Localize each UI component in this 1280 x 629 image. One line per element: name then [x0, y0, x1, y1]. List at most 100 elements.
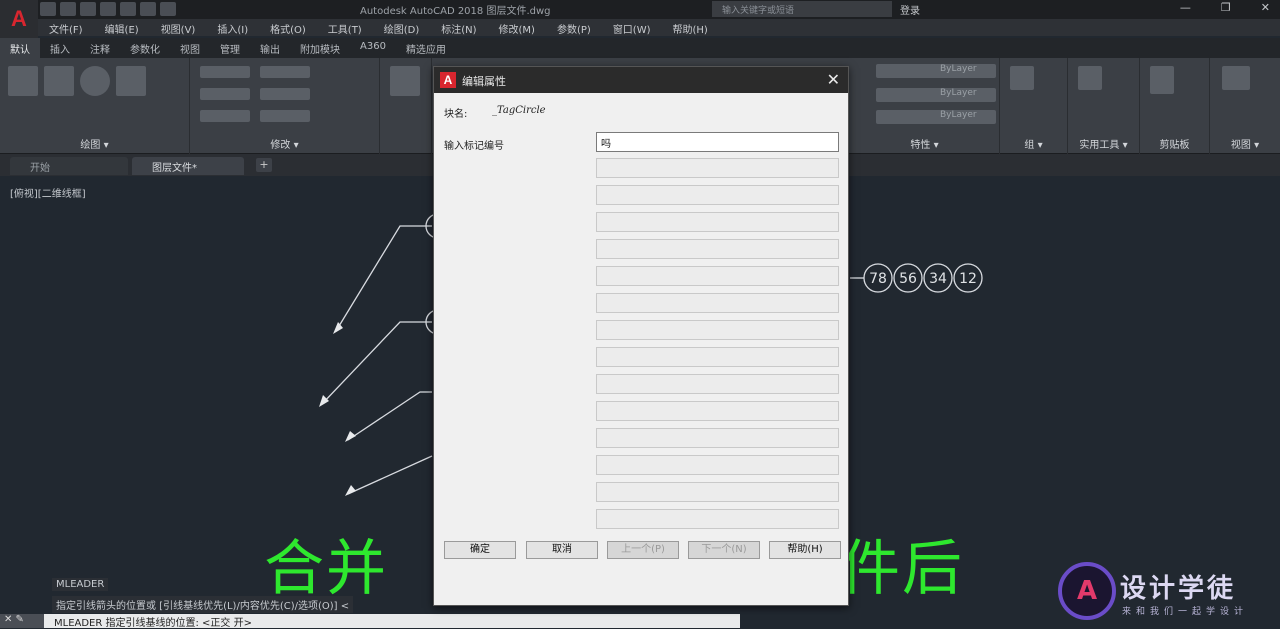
tab-parametric[interactable]: 参数化: [120, 38, 170, 58]
block-name-label: 块名:: [444, 109, 468, 120]
view-panel-title[interactable]: 视图 ▾: [1210, 136, 1280, 151]
canvas-big-text-left: 合并: [264, 534, 388, 604]
tab-annotate[interactable]: 注释: [80, 38, 120, 58]
polyline-icon[interactable]: [44, 66, 74, 96]
groups-panel-title[interactable]: 组 ▾: [1000, 136, 1067, 151]
restore-icon[interactable]: ❐: [1221, 1, 1231, 14]
lineweight-dropdown[interactable]: [876, 110, 996, 124]
tab-manage[interactable]: 管理: [210, 38, 250, 58]
login-link[interactable]: 登录: [900, 2, 920, 17]
menu-bar: 文件(F) 编辑(E) 视图(V) 插入(I) 格式(O) 工具(T) 绘图(D…: [38, 19, 1280, 36]
arrowhead-1: [333, 322, 343, 334]
tab-insert[interactable]: 插入: [40, 38, 80, 58]
group-icon[interactable]: [1010, 66, 1034, 90]
tab-start[interactable]: 开始: [10, 157, 128, 175]
attribute-field-empty[interactable]: [596, 482, 839, 502]
copy-icon[interactable]: [200, 88, 250, 100]
undo-icon[interactable]: [140, 2, 156, 16]
attribute-field-empty[interactable]: [596, 320, 839, 340]
canvas-big-text-right: 件后: [840, 534, 964, 604]
previous-button[interactable]: 上一个(P): [607, 541, 679, 559]
tab-featured-apps[interactable]: 精选应用: [396, 38, 456, 58]
attribute-field-empty[interactable]: [596, 212, 839, 232]
close-icon[interactable]: ✕: [827, 70, 840, 89]
attribute-field-empty[interactable]: [596, 239, 839, 259]
mirror-icon[interactable]: [260, 88, 310, 100]
print-icon[interactable]: [120, 2, 136, 16]
viewport-label[interactable]: [俯视][二维线框]: [10, 185, 86, 200]
ok-button[interactable]: 确定: [444, 541, 516, 559]
menu-insert[interactable]: 插入(I): [206, 19, 259, 36]
base-view-icon[interactable]: [1222, 66, 1250, 90]
paste-icon[interactable]: [1150, 66, 1174, 94]
help-button[interactable]: 帮助(H): [769, 541, 841, 559]
tab-addins[interactable]: 附加模块: [290, 38, 350, 58]
attribute-field-empty[interactable]: [596, 347, 839, 367]
menu-file[interactable]: 文件(F): [38, 19, 94, 36]
stretch-icon[interactable]: [200, 110, 250, 122]
clipboard-panel: 剪贴板: [1140, 58, 1210, 154]
attribute-field-empty[interactable]: [596, 428, 839, 448]
menu-dimension[interactable]: 标注(N): [430, 19, 487, 36]
attribute-field-empty[interactable]: [596, 293, 839, 313]
menu-edit[interactable]: 编辑(E): [94, 19, 150, 36]
rotate-icon[interactable]: [260, 66, 310, 78]
circle-icon[interactable]: [80, 66, 110, 96]
dialog-titlebar[interactable]: A 编辑属性 ✕: [434, 67, 848, 93]
tab-default[interactable]: 默认: [0, 38, 40, 58]
view-panel: 视图 ▾: [1210, 58, 1280, 154]
clipboard-panel-title[interactable]: 剪贴板: [1140, 136, 1209, 151]
draw-panel-title[interactable]: 绘图 ▾: [0, 136, 189, 151]
attribute-field-empty[interactable]: [596, 185, 839, 205]
draw-panel: 绘图 ▾: [0, 58, 190, 154]
attribute-field-empty[interactable]: [596, 401, 839, 421]
arc-icon[interactable]: [116, 66, 146, 96]
menu-parametric[interactable]: 参数(P): [546, 19, 602, 36]
properties-panel-title[interactable]: 特性 ▾: [850, 136, 999, 151]
attribute-field-empty[interactable]: [596, 455, 839, 475]
move-icon[interactable]: [200, 66, 250, 78]
tab-view[interactable]: 视图: [170, 38, 210, 58]
new-file-icon[interactable]: [40, 2, 56, 16]
leader-line-3: [347, 391, 432, 441]
command-line[interactable]: ✕ ✎ MLEADER 指定引线基线的位置: <正交 开>: [0, 614, 740, 629]
command-line-close-icon[interactable]: ✕ ✎: [0, 614, 44, 628]
menu-help[interactable]: 帮助(H): [662, 19, 719, 36]
menu-modify[interactable]: 修改(M): [488, 19, 546, 36]
utilities-panel-title[interactable]: 实用工具 ▾: [1068, 136, 1139, 151]
arrowhead-3: [345, 431, 356, 442]
modify-panel-title[interactable]: 修改 ▾: [190, 136, 379, 151]
save-icon[interactable]: [80, 2, 96, 16]
attribute-value-field[interactable]: 吗: [596, 132, 839, 152]
attribute-field-empty[interactable]: [596, 158, 839, 178]
line-icon[interactable]: [8, 66, 38, 96]
new-tab-button[interactable]: +: [256, 158, 272, 172]
tab-a360[interactable]: A360: [350, 38, 396, 58]
open-file-icon[interactable]: [60, 2, 76, 16]
color-dropdown[interactable]: [876, 64, 996, 78]
redo-icon[interactable]: [160, 2, 176, 16]
app-logo[interactable]: A: [0, 0, 38, 40]
linetype-dropdown[interactable]: [876, 88, 996, 102]
attribute-field-empty[interactable]: [596, 266, 839, 286]
text-icon[interactable]: [390, 66, 420, 96]
leader-line-4: [347, 455, 433, 495]
measure-icon[interactable]: [1078, 66, 1102, 90]
attribute-field-empty[interactable]: [596, 509, 839, 529]
menu-window[interactable]: 窗口(W): [602, 19, 662, 36]
scale-icon[interactable]: [260, 110, 310, 122]
cancel-button[interactable]: 取消: [526, 541, 598, 559]
tag-label-34: 34: [929, 271, 947, 287]
tab-drawing[interactable]: 图层文件*: [132, 157, 244, 175]
next-button[interactable]: 下一个(N): [688, 541, 760, 559]
menu-draw[interactable]: 绘图(D): [373, 19, 431, 36]
menu-format[interactable]: 格式(O): [259, 19, 317, 36]
search-input[interactable]: 输入关键字或短语: [712, 1, 892, 17]
attribute-field-empty[interactable]: [596, 374, 839, 394]
menu-view[interactable]: 视图(V): [150, 19, 207, 36]
save-as-icon[interactable]: [100, 2, 116, 16]
close-window-icon[interactable]: ✕: [1261, 1, 1270, 14]
tab-output[interactable]: 输出: [250, 38, 290, 58]
minimize-icon[interactable]: —: [1180, 1, 1191, 14]
menu-tools[interactable]: 工具(T): [317, 19, 373, 36]
